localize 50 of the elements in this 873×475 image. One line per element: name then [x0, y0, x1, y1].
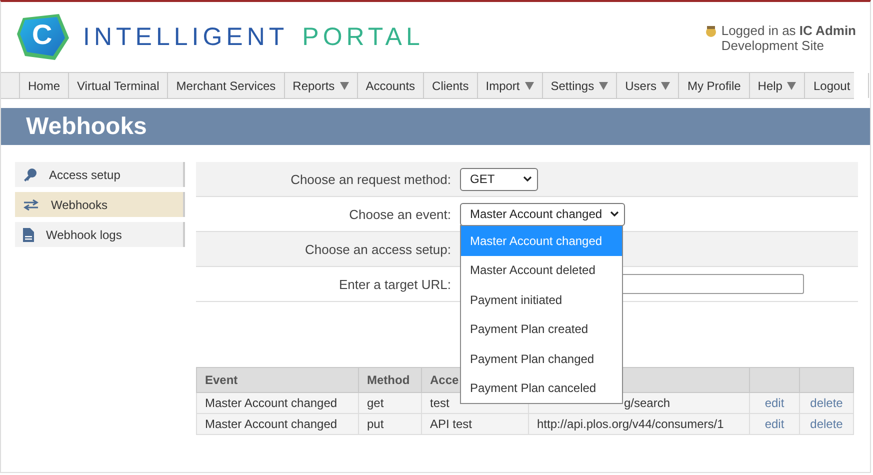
nav-item[interactable]: Import	[476, 73, 542, 98]
field-label: Choose an event:	[348, 206, 451, 222]
table-cell: Master Account changed	[196, 392, 358, 414]
field-label: Choose an access setup:	[304, 242, 451, 256]
sidebar-item[interactable]: Webhooks	[15, 192, 185, 217]
key-icon	[23, 168, 37, 182]
swap-icon	[23, 198, 39, 210]
user-icon	[705, 24, 718, 36]
caret-icon	[599, 82, 608, 90]
nav-item[interactable]: Settings	[542, 73, 616, 98]
dropdown-option[interactable]: Payment initiated	[461, 285, 622, 314]
table-cell: get	[358, 392, 422, 414]
chevron-icon	[610, 211, 620, 217]
chevron-icon	[523, 176, 532, 182]
table-cell: put	[358, 414, 422, 434]
nav-item[interactable]: Clients	[423, 73, 477, 98]
nav-item[interactable]: Merchant Services	[167, 73, 284, 98]
caret-icon	[787, 82, 796, 90]
table-cell: API test	[422, 414, 528, 434]
nav-item[interactable]: Reports	[284, 73, 357, 98]
dropdown-option[interactable]: Payment Plan created	[461, 314, 622, 344]
sidebar-item[interactable]: Access setup	[15, 162, 185, 187]
nav-item[interactable]: Home	[19, 73, 68, 98]
logo-letter: C	[32, 20, 52, 50]
caret-icon	[524, 82, 534, 90]
select-field[interactable]: GET	[460, 168, 538, 190]
field-label: Enter a target URL:	[338, 276, 451, 292]
site-name: Development Site	[720, 38, 825, 53]
nav-item[interactable]: Logout	[804, 73, 870, 98]
brand-name: PORTAL	[302, 22, 424, 52]
nav-item[interactable]: Help	[748, 73, 804, 98]
field-label: Choose an request method:	[290, 172, 451, 186]
caret-icon	[661, 82, 670, 90]
sidebar-item[interactable]: Webhook logs	[15, 222, 185, 247]
select-field[interactable]: Master Account changed	[460, 202, 626, 226]
table-cell: http://api.plos.org/v44/consumers/1	[528, 414, 750, 434]
brand-name: INTELLIGENT	[83, 22, 288, 52]
logo-icon	[15, 12, 71, 62]
login-status: Logged in as IC Admin	[721, 23, 856, 38]
table-cell: Master Account changed	[196, 414, 358, 434]
nav-item[interactable]: My Profile	[678, 73, 749, 98]
nav-item[interactable]: Virtual Terminal	[68, 73, 168, 98]
nav-item[interactable]: Accounts	[356, 73, 424, 98]
dropdown-option[interactable]: Master Account deleted	[461, 256, 622, 285]
column-header: Event	[196, 368, 358, 392]
caret-icon	[340, 82, 349, 90]
nav-item[interactable]: Users	[616, 73, 678, 98]
page-title: Webhooks	[26, 112, 147, 140]
column-header: Method	[358, 368, 422, 392]
file-icon	[23, 228, 34, 242]
